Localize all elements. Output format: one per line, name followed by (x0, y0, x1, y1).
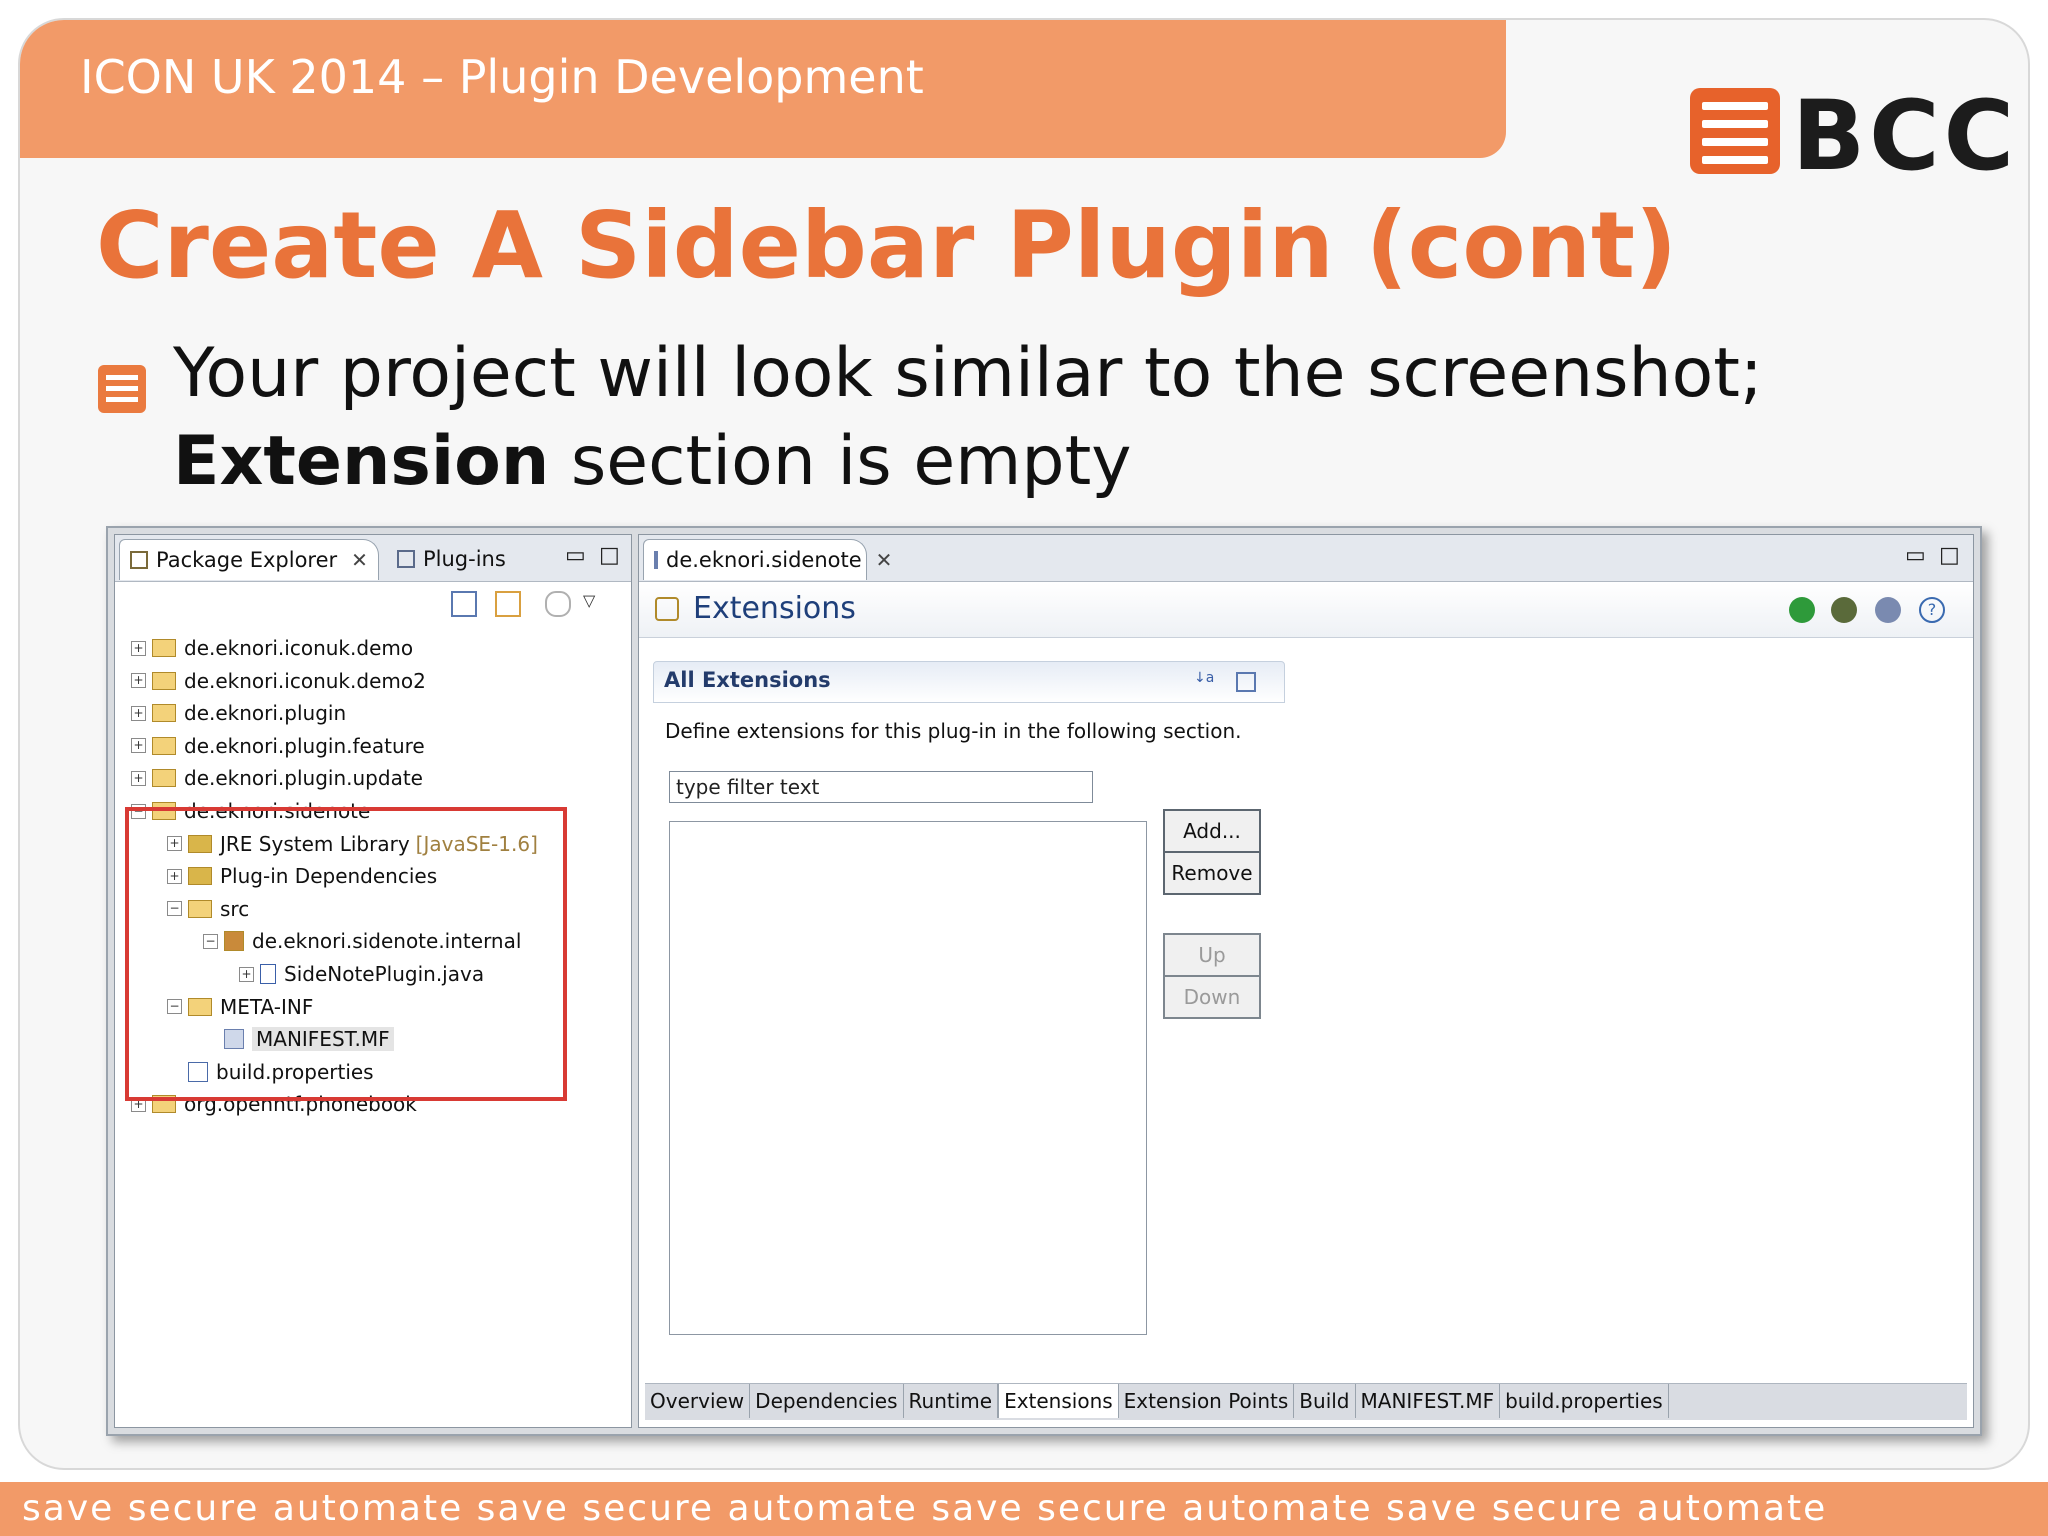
focus-icon[interactable] (545, 591, 571, 617)
collapse-all-icon[interactable] (1236, 672, 1256, 692)
bullet-text-line-1: Your project will look similar to the sc… (173, 334, 1763, 413)
eclipse-screenshot: Package Explorer ✕ Plug-ins ▭ □ ▽ + de.ek… (106, 526, 1982, 1436)
expand-icon[interactable]: + (131, 770, 146, 786)
slide-title: Create A Sidebar Plugin (cont) (96, 192, 1678, 299)
bullet-icon-line (106, 386, 138, 391)
tree-item[interactable]: + de.eknori.plugin.update (131, 763, 423, 793)
tab-build-properties[interactable]: build.properties (1500, 1384, 1669, 1418)
up-button[interactable]: Up (1163, 933, 1261, 977)
sort-icon[interactable]: ↓a (1194, 670, 1216, 694)
tab-plugins-label: Plug-ins (423, 547, 506, 571)
extensions-icon (655, 597, 679, 621)
tree-item-label: de.eknori.iconuk.demo (184, 636, 414, 660)
bullet-text-line-2: Extension section is empty (173, 422, 1131, 501)
tab-de-eknori-sidenote[interactable]: de.eknori.sidenote ✕ (643, 539, 892, 580)
export-icon[interactable] (1875, 597, 1901, 623)
filter-input[interactable] (669, 771, 1093, 803)
logo-bar (1702, 156, 1768, 164)
bullet-icon (98, 365, 146, 413)
form-header: Extensions ? (639, 583, 1973, 638)
page-title: Extensions (693, 591, 856, 626)
bullet-icon-line (106, 375, 138, 380)
footer-band: save secure automate save secure automat… (0, 1482, 2048, 1536)
folder-icon (152, 639, 176, 657)
logo-bar (1702, 120, 1768, 128)
tree-item-label: de.eknori.plugin.feature (184, 733, 425, 758)
package-explorer-icon (130, 551, 148, 569)
tab-package-explorer-label: Package Explorer (156, 548, 338, 572)
folder-icon (152, 704, 176, 723)
folder-icon (152, 736, 176, 755)
bullet-icon-line (106, 397, 138, 402)
bullet-rest: section is empty (549, 422, 1132, 501)
tree-item-label: de.eknori.plugin (184, 701, 347, 726)
header-text: ICON UK 2014 – Plugin Development (80, 50, 924, 104)
header-band: ICON UK 2014 – Plugin Development (20, 20, 1506, 158)
close-icon[interactable]: ✕ (876, 548, 893, 572)
package-explorer-view: Package Explorer ✕ Plug-ins ▭ □ ▽ + de.ek… (114, 534, 632, 1428)
remove-button[interactable]: Remove (1163, 851, 1261, 895)
section-description: Define extensions for this plug-in in th… (665, 719, 1242, 743)
logo-bar (1702, 102, 1768, 110)
run-icon[interactable] (1789, 597, 1815, 623)
folder-icon (152, 769, 176, 788)
down-button[interactable]: Down (1163, 975, 1261, 1019)
section-title: All Extensions (664, 668, 831, 692)
minimize-icon[interactable]: ▭ (565, 543, 586, 568)
maximize-icon[interactable]: □ (599, 543, 620, 568)
plugin-manifest-icon (654, 551, 658, 569)
tab-package-explorer[interactable]: Package Explorer ✕ (119, 539, 379, 580)
tab-manifest-mf[interactable]: MANIFEST.MF (1356, 1384, 1501, 1418)
tree-item[interactable]: + de.eknori.plugin (131, 698, 346, 728)
debug-icon[interactable] (1831, 597, 1857, 623)
folder-icon (152, 671, 176, 690)
tab-runtime[interactable]: Runtime (904, 1384, 999, 1418)
minimize-icon[interactable]: ▭ (1905, 543, 1926, 568)
package-explorer-tabs: Package Explorer ✕ Plug-ins ▭ □ (115, 535, 631, 582)
add-button[interactable]: Add... (1163, 809, 1261, 853)
tree-item[interactable]: + de.eknori.iconuk.demo2 (131, 666, 426, 696)
package-explorer-toolbar: ▽ (115, 583, 631, 623)
logo-bar (1702, 138, 1768, 146)
bullet-bold-word: Extension (173, 422, 550, 501)
close-icon[interactable]: ✕ (351, 548, 368, 572)
tab-extensions[interactable]: Extensions (998, 1384, 1119, 1418)
tab-dependencies[interactable]: Dependencies (750, 1384, 904, 1418)
logo-text: BCC (1792, 80, 2019, 192)
expand-icon[interactable]: + (131, 673, 146, 689)
editor-tab-label: de.eknori.sidenote (666, 548, 862, 572)
tab-extension-points[interactable]: Extension Points (1119, 1384, 1295, 1418)
tree-item-label: de.eknori.iconuk.demo2 (184, 668, 426, 693)
expand-icon[interactable]: + (131, 738, 146, 754)
plugins-icon (397, 550, 415, 568)
expand-icon[interactable]: + (131, 705, 146, 721)
tab-build[interactable]: Build (1294, 1384, 1356, 1418)
all-extensions-section: All Extensions ↓a (653, 661, 1285, 703)
editor-page-tabs: Overview Dependencies Runtime Extensions Ext… (645, 1383, 1967, 1420)
collapse-all-icon[interactable] (451, 591, 477, 617)
extensions-list[interactable] (669, 821, 1147, 1335)
logo-mark-icon (1690, 88, 1780, 174)
tab-plugins[interactable]: Plug-ins (387, 539, 527, 579)
footer-text: save secure automate save secure automat… (22, 1488, 1828, 1529)
tree-item-label: de.eknori.plugin.update (184, 766, 423, 791)
expand-icon[interactable]: + (131, 640, 146, 656)
tree-item[interactable]: + de.eknori.plugin.feature (131, 731, 425, 761)
tree-item[interactable]: + de.eknori.iconuk.demo (131, 633, 413, 663)
maximize-icon[interactable]: □ (1939, 543, 1960, 568)
bcc-logo: BCC (1690, 80, 2014, 192)
manifest-editor: de.eknori.sidenote ✕ ▭ □ Extensions ? Al… (638, 534, 1974, 1428)
link-with-editor-icon[interactable] (495, 591, 521, 617)
highlight-box (125, 807, 567, 1101)
editor-tabs: de.eknori.sidenote ✕ ▭ □ (639, 535, 1973, 582)
help-icon[interactable]: ? (1919, 597, 1945, 623)
view-menu-icon[interactable]: ▽ (583, 591, 605, 613)
tab-overview[interactable]: Overview (645, 1384, 751, 1418)
